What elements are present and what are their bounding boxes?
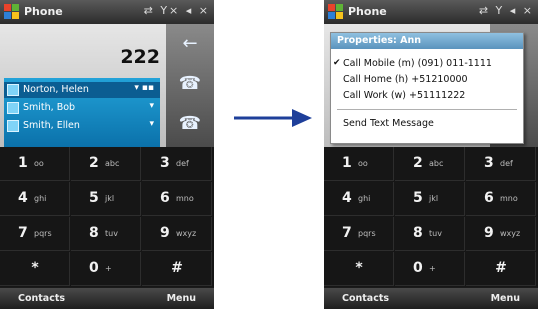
key-1[interactable]: 1 oo bbox=[0, 147, 70, 181]
key-hash[interactable]: # bbox=[142, 252, 212, 286]
send-text-message-item[interactable]: Send Text Message bbox=[331, 117, 523, 131]
key-8[interactable]: 8 tuv bbox=[395, 217, 465, 251]
contacts-softkey[interactable]: Contacts bbox=[342, 293, 389, 304]
list-item[interactable]: Smith, Ellen ▾ bbox=[4, 118, 160, 134]
phone-screen-left: Phone ⇄ Y× ◂ × 222 Norton, Helen ▾ ▪▪ Sm… bbox=[0, 0, 214, 309]
windows-logo-icon[interactable] bbox=[328, 4, 343, 19]
contact-name: Smith, Ellen bbox=[23, 120, 80, 131]
end-call-icon[interactable]: ☎ bbox=[176, 112, 204, 136]
key-6[interactable]: 6 mno bbox=[466, 182, 536, 216]
softkey-bar: Contacts Menu bbox=[0, 288, 214, 309]
call-home-item[interactable]: Call Home (h) +51210000 bbox=[331, 73, 523, 87]
contact-name: Smith, Bob bbox=[23, 102, 76, 113]
key-0[interactable]: 0 + bbox=[395, 252, 465, 286]
app-title: Phone bbox=[348, 5, 387, 18]
title-bar: Phone ⇄ Y ◂ × bbox=[324, 0, 538, 24]
key-4[interactable]: 4 ghi bbox=[0, 182, 70, 216]
contact-card-icon bbox=[7, 102, 19, 114]
contact-match-list: Norton, Helen ▾ ▪▪ Smith, Bob ▾ Smith, E… bbox=[4, 78, 160, 150]
softkey-bar: Contacts Menu bbox=[324, 288, 538, 309]
list-item[interactable]: Norton, Helen ▾ ▪▪ bbox=[4, 82, 160, 98]
chevron-down-icon[interactable]: ▾ bbox=[149, 101, 154, 111]
key-star[interactable]: * bbox=[324, 252, 394, 286]
call-side-panel: ← ☎ ☎ bbox=[166, 24, 214, 147]
backspace-icon[interactable]: ← bbox=[176, 32, 204, 56]
key-1[interactable]: 1 oo bbox=[324, 147, 394, 181]
dial-keypad: 1 oo 2 abc 3 def 4 ghi 5 jkl 6 mno 7 pqrs 8 tuv … bbox=[324, 147, 538, 287]
title-bar: Phone ⇄ Y× ◂ × bbox=[0, 0, 214, 24]
key-5[interactable]: 5 jkl bbox=[395, 182, 465, 216]
talk-icon[interactable]: ☎ bbox=[176, 72, 204, 96]
key-0[interactable]: 0 + bbox=[71, 252, 141, 286]
contacts-softkey[interactable]: Contacts bbox=[18, 293, 65, 304]
key-2[interactable]: 2 abc bbox=[395, 147, 465, 181]
key-hash[interactable]: # bbox=[466, 252, 536, 286]
arrow-right-icon bbox=[234, 109, 312, 127]
contact-card-icon bbox=[7, 120, 19, 132]
key-2[interactable]: 2 abc bbox=[71, 147, 141, 181]
check-icon: ✔ bbox=[333, 58, 341, 68]
call-mobile-item[interactable]: ✔ Call Mobile (m) (091) 011-1111 bbox=[331, 57, 523, 71]
status-icons[interactable]: ⇄ Y ◂ × bbox=[479, 4, 534, 17]
key-4[interactable]: 4 ghi bbox=[324, 182, 394, 216]
chevron-down-icon[interactable]: ▾ ▪▪ bbox=[134, 83, 154, 93]
key-6[interactable]: 6 mno bbox=[142, 182, 212, 216]
key-9[interactable]: 9 wxyz bbox=[466, 217, 536, 251]
key-3[interactable]: 3 def bbox=[142, 147, 212, 181]
menu-softkey[interactable]: Menu bbox=[167, 293, 196, 304]
properties-popup-menu: Properties: Ann ✔ Call Mobile (m) (091) … bbox=[330, 32, 524, 144]
chevron-down-icon[interactable]: ▾ bbox=[149, 119, 154, 129]
key-9[interactable]: 9 wxyz bbox=[142, 217, 212, 251]
key-7[interactable]: 7 pqrs bbox=[0, 217, 70, 251]
key-5[interactable]: 5 jkl bbox=[71, 182, 141, 216]
key-star[interactable]: * bbox=[0, 252, 70, 286]
dial-keypad: 1 oo 2 abc 3 def 4 ghi 5 jkl 6 mno 7 pqrs 8 tuv … bbox=[0, 147, 214, 287]
contact-name: Norton, Helen bbox=[23, 84, 89, 95]
menu-divider bbox=[337, 109, 517, 110]
contact-card-icon bbox=[7, 84, 19, 96]
popup-header: Properties: Ann bbox=[331, 33, 523, 49]
app-title: Phone bbox=[24, 5, 63, 18]
key-8[interactable]: 8 tuv bbox=[71, 217, 141, 251]
dialed-number: 222 bbox=[120, 46, 160, 68]
call-work-item[interactable]: Call Work (w) +51111222 bbox=[331, 89, 523, 103]
status-icons[interactable]: ⇄ Y× ◂ × bbox=[144, 4, 210, 17]
menu-softkey[interactable]: Menu bbox=[491, 293, 520, 304]
phone-screen-right: Phone ⇄ Y ◂ × Properties: Ann ✔ Call Mob… bbox=[324, 0, 538, 309]
windows-logo-icon[interactable] bbox=[4, 4, 19, 19]
key-3[interactable]: 3 def bbox=[466, 147, 536, 181]
list-item[interactable]: Smith, Bob ▾ bbox=[4, 100, 160, 116]
key-7[interactable]: 7 pqrs bbox=[324, 217, 394, 251]
